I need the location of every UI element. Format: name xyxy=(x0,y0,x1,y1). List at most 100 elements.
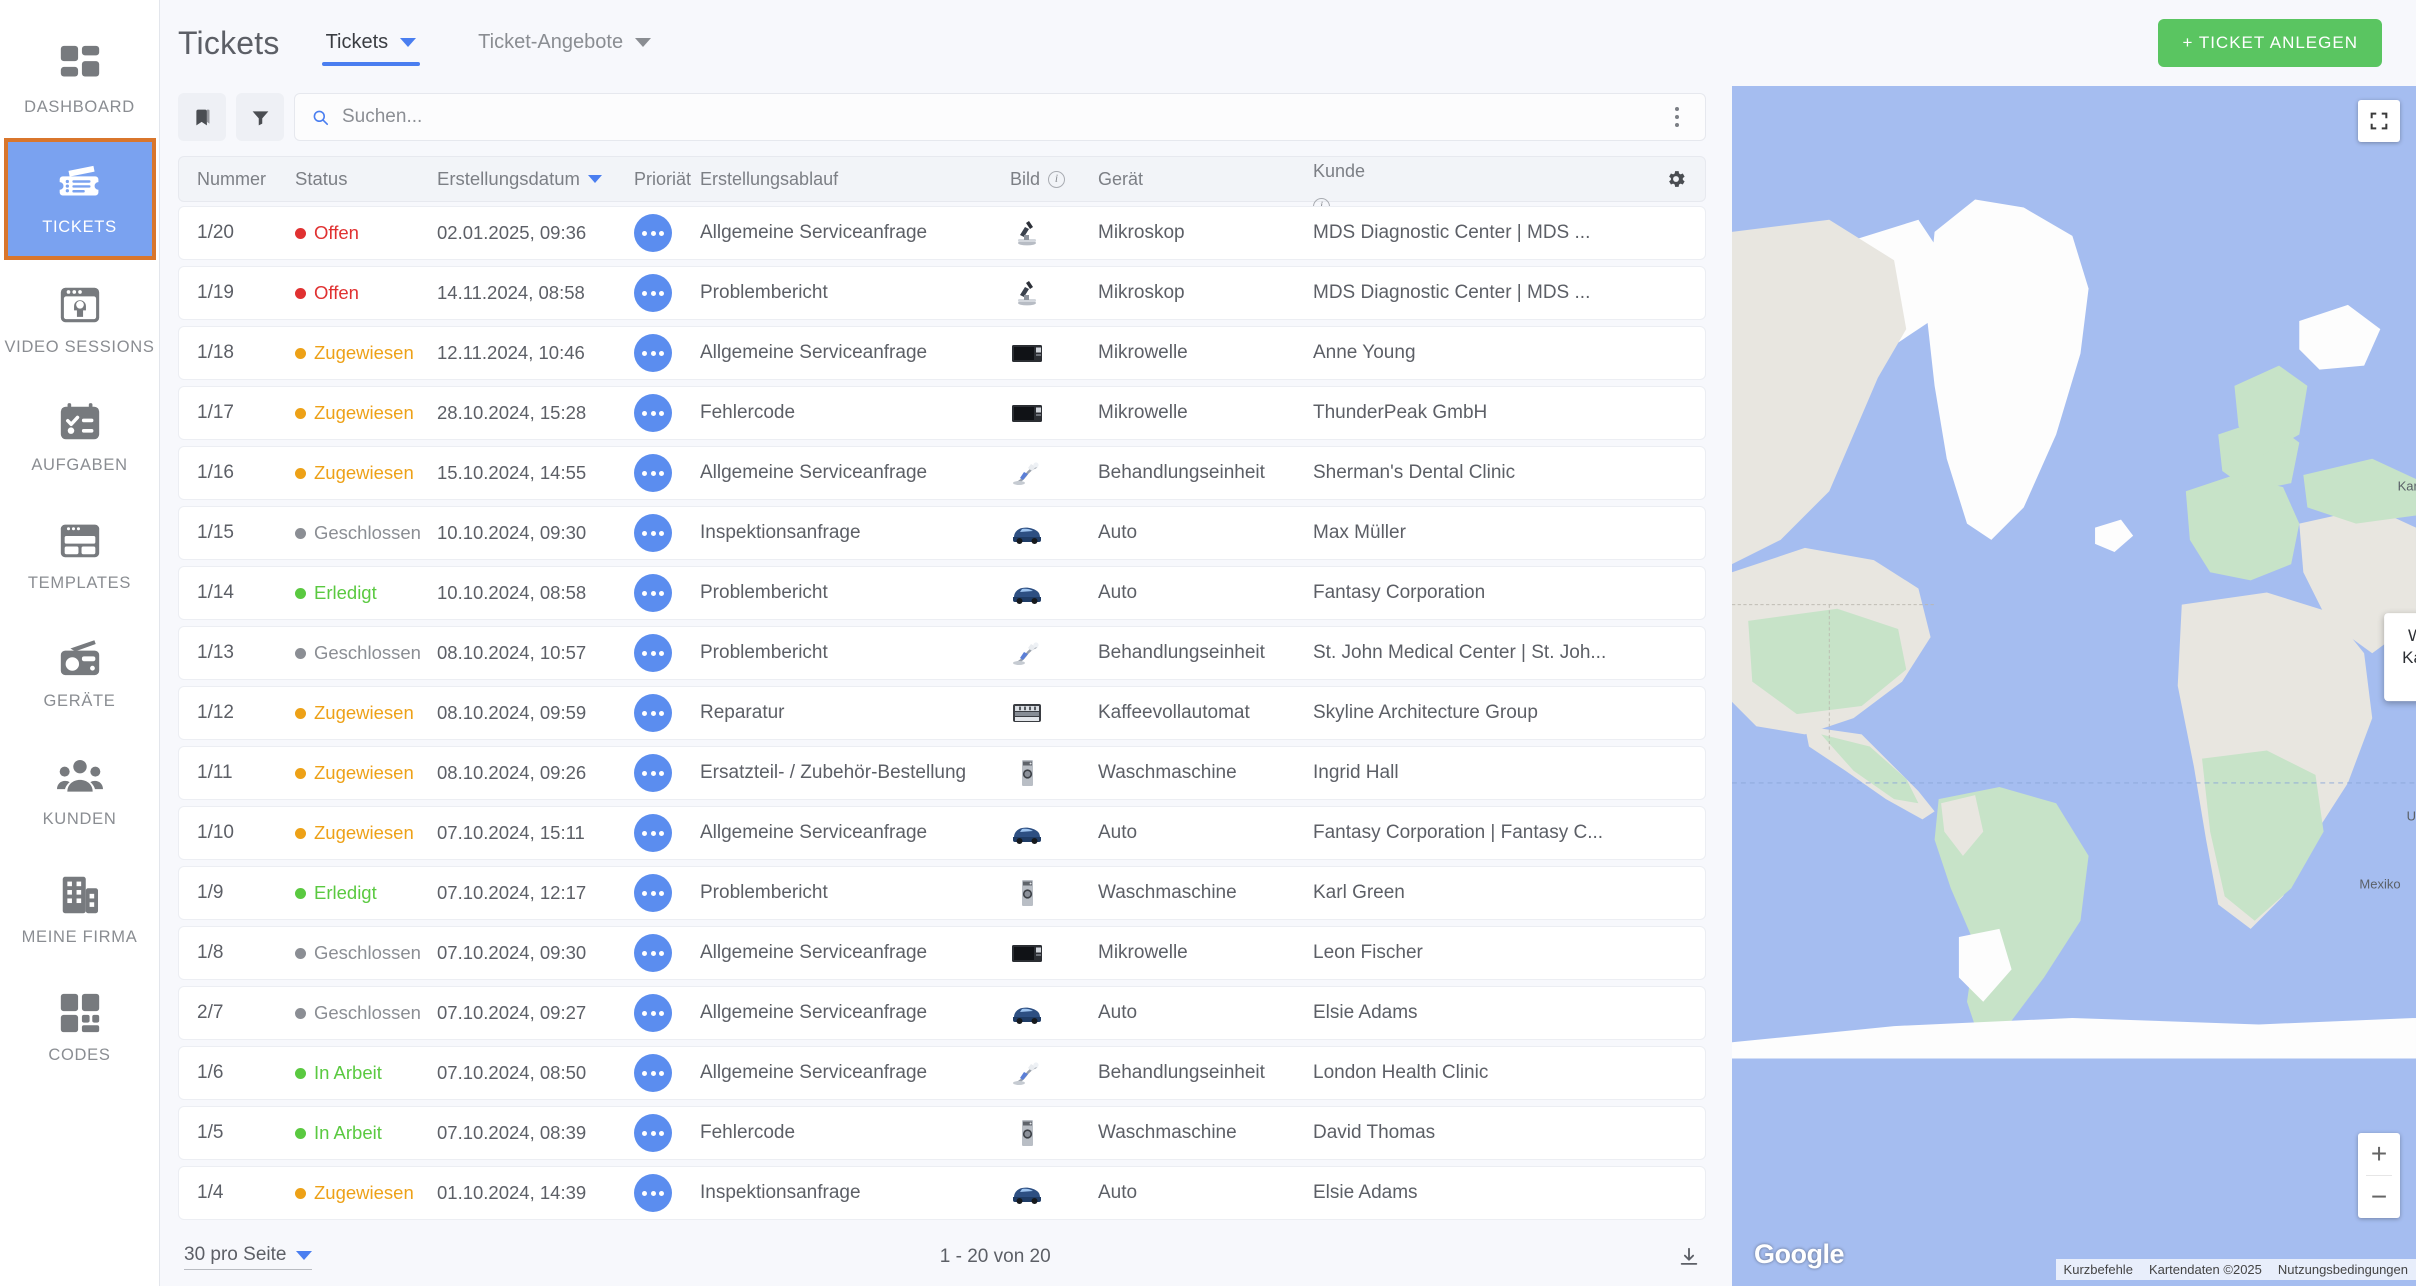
device-thumbnail[interactable] xyxy=(1010,398,1044,428)
table-row[interactable]: 1/11 Zugewiesen 08.10.2024, 09:26 Ersatztei… xyxy=(178,746,1706,800)
cell-kunde: Leon Fischer xyxy=(1313,942,1423,963)
filter-button[interactable] xyxy=(236,93,284,141)
column-header-flow[interactable]: Erstellungsablauf xyxy=(700,169,1010,190)
priority-badge[interactable] xyxy=(634,334,672,372)
bookmark-button[interactable] xyxy=(178,93,226,141)
priority-badge[interactable] xyxy=(634,574,672,612)
table-row[interactable]: 1/4 Zugewiesen 01.10.2024, 14:39 Inspektion… xyxy=(178,1166,1706,1220)
table-row[interactable]: 1/14 Erledigt 10.10.2024, 08:58 Problemberi… xyxy=(178,566,1706,620)
device-thumbnail[interactable] xyxy=(1010,218,1044,248)
cell-kunde: Max Müller xyxy=(1313,522,1406,543)
column-header-status[interactable]: Status xyxy=(295,168,437,190)
cell-bild xyxy=(1010,218,1098,248)
map-link-terms[interactable]: Nutzungsbedingungen xyxy=(2269,1259,2416,1280)
search-input[interactable] xyxy=(342,106,1653,128)
device-thumbnail[interactable] xyxy=(1010,878,1044,908)
device-thumbnail[interactable] xyxy=(1010,638,1044,668)
device-thumbnail[interactable] xyxy=(1010,758,1044,788)
priority-badge[interactable] xyxy=(634,454,672,492)
table-row[interactable]: 1/10 Zugewiesen 07.10.2024, 15:11 Allgemein… xyxy=(178,806,1706,860)
priority-badge[interactable] xyxy=(634,634,672,672)
table-row[interactable]: 1/20 Offen 02.01.2025, 09:36 Allgemeine Ser… xyxy=(178,206,1706,260)
map-zoom-controls[interactable]: + − xyxy=(2358,1133,2400,1218)
table-row[interactable]: 1/18 Zugewiesen 12.11.2024, 10:46 Allgemein… xyxy=(178,326,1706,380)
device-thumbnail[interactable] xyxy=(1010,278,1044,308)
device-thumbnail[interactable] xyxy=(1010,1118,1044,1148)
sidebar-item-gerate[interactable]: GERÄTE xyxy=(0,614,160,732)
map-panel[interactable]: ArktischeOzeanGrönlandIslandFinnlandSchw… xyxy=(1732,86,2416,1286)
marker-west[interactable]: Waschmaschine Kaffeevollautomat 11 xyxy=(2384,613,2416,701)
table-row[interactable]: 1/13 Geschlossen 08.10.2024, 10:57 Problemb… xyxy=(178,626,1706,680)
priority-badge[interactable] xyxy=(634,1174,672,1212)
column-header-geraet[interactable]: Gerät xyxy=(1098,169,1313,190)
device-thumbnail[interactable] xyxy=(1010,998,1044,1028)
priority-badge[interactable] xyxy=(634,514,672,552)
column-header-nummer[interactable]: Nummer xyxy=(197,169,295,190)
create-ticket-button[interactable]: + TICKET ANLEGEN xyxy=(2158,19,2382,67)
priority-badge[interactable] xyxy=(634,874,672,912)
table-row[interactable]: 1/12 Zugewiesen 08.10.2024, 09:59 Reparatur… xyxy=(178,686,1706,740)
priority-badge[interactable] xyxy=(634,274,672,312)
map-link-shortcuts[interactable]: Kurzbefehle xyxy=(2055,1259,2141,1280)
column-header-prio[interactable]: Prioriät xyxy=(634,169,700,190)
device-thumbnail[interactable] xyxy=(1010,338,1044,368)
tab-ticket-angebote[interactable]: Ticket-Angebote xyxy=(474,21,655,66)
table-row[interactable]: 1/5 In Arbeit 07.10.2024, 08:39 Fehlercode W… xyxy=(178,1106,1706,1160)
status-label: Zugewiesen xyxy=(314,822,414,843)
sidebar-item-codes[interactable]: CODES xyxy=(0,968,160,1086)
cell-geraet: Waschmaschine xyxy=(1098,1122,1237,1143)
cell-nummer: 1/20 xyxy=(197,222,234,243)
table-row[interactable]: 1/6 In Arbeit 07.10.2024, 08:50 Allgemeine … xyxy=(178,1046,1706,1100)
per-page-select[interactable]: 30 pro Seite xyxy=(184,1244,313,1270)
priority-badge[interactable] xyxy=(634,214,672,252)
table-row[interactable]: 1/15 Geschlossen 10.10.2024, 09:30 Inspekti… xyxy=(178,506,1706,560)
sidebar-item-kunden[interactable]: KUNDEN xyxy=(0,732,160,850)
device-thumbnail[interactable] xyxy=(1010,698,1044,728)
table-row[interactable]: 1/19 Offen 14.11.2024, 08:58 Problembericht… xyxy=(178,266,1706,320)
priority-badge[interactable] xyxy=(634,694,672,732)
zoom-out-button[interactable]: − xyxy=(2358,1176,2400,1218)
priority-badge[interactable] xyxy=(634,994,672,1032)
sidebar-item-video-sessions[interactable]: VIDEO SESSIONS xyxy=(0,260,160,378)
search-overflow-button[interactable] xyxy=(1665,101,1690,134)
table-row[interactable]: 1/9 Erledigt 07.10.2024, 12:17 Problemberic… xyxy=(178,866,1706,920)
table-row[interactable]: 2/7 Geschlossen 07.10.2024, 09:27 Allgemein… xyxy=(178,986,1706,1040)
google-logo: Google xyxy=(1754,1239,1845,1269)
sidebar-item-dashboard[interactable]: DASHBOARD xyxy=(0,20,160,138)
status-label: In Arbeit xyxy=(314,1122,382,1143)
download-button[interactable] xyxy=(1678,1246,1700,1268)
device-thumbnail[interactable] xyxy=(1010,1178,1044,1208)
column-header-bild[interactable]: Bild i xyxy=(1010,169,1098,190)
device-thumbnail[interactable] xyxy=(1010,938,1044,968)
table-row[interactable]: 1/8 Geschlossen 07.10.2024, 09:30 Allgemein… xyxy=(178,926,1706,980)
device-radio-icon xyxy=(57,636,103,682)
device-thumbnail[interactable] xyxy=(1010,818,1044,848)
zoom-in-button[interactable]: + xyxy=(2358,1133,2400,1175)
device-thumbnail[interactable] xyxy=(1010,458,1044,488)
column-header-datum[interactable]: Erstellungsdatum xyxy=(437,168,634,190)
priority-badge[interactable] xyxy=(634,754,672,792)
sidebar-item-meine-firma[interactable]: MEINE FIRMA xyxy=(0,850,160,968)
tab-tickets[interactable]: Tickets xyxy=(321,21,421,66)
priority-badge[interactable] xyxy=(634,1054,672,1092)
sidebar-item-aufgaben[interactable]: AUFGABEN xyxy=(0,378,160,496)
priority-badge[interactable] xyxy=(634,394,672,432)
cell-erstellungsdatum: 10.10.2024, 09:30 xyxy=(437,522,587,543)
cell-prioritaet xyxy=(634,334,700,372)
priority-badge[interactable] xyxy=(634,934,672,972)
table-row[interactable]: 1/16 Zugewiesen 15.10.2024, 14:55 Allgemein… xyxy=(178,446,1706,500)
device-thumbnail[interactable] xyxy=(1010,1058,1044,1088)
table-settings-button[interactable] xyxy=(1665,168,1687,190)
sidebar-item-tickets[interactable]: TICKETS xyxy=(3,138,156,260)
device-thumbnail[interactable] xyxy=(1010,578,1044,608)
table-row[interactable]: 1/17 Zugewiesen 28.10.2024, 15:28 Fehlercod… xyxy=(178,386,1706,440)
info-icon[interactable]: i xyxy=(1048,170,1066,188)
device-thumbnail[interactable] xyxy=(1010,518,1044,548)
priority-badge[interactable] xyxy=(634,1114,672,1152)
search-box[interactable] xyxy=(294,93,1706,141)
fullscreen-button[interactable] xyxy=(2358,100,2400,142)
sidebar-item-templates[interactable]: TEMPLATES xyxy=(0,496,160,614)
cell-kunde: MDS Diagnostic Center | MDS ... xyxy=(1313,222,1591,243)
priority-dot xyxy=(650,230,656,236)
priority-badge[interactable] xyxy=(634,814,672,852)
